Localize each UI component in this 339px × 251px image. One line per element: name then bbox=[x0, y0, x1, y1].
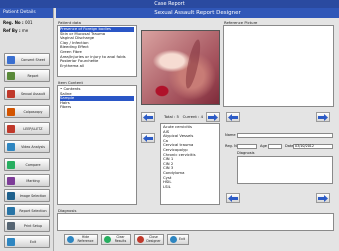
add-diagnosis-button[interactable] bbox=[316, 193, 330, 203]
button-label: Close Designer bbox=[146, 234, 161, 243]
button-label: Exit bbox=[179, 236, 186, 241]
clear-icon bbox=[104, 236, 111, 243]
bottom-diagnosis-box[interactable] bbox=[57, 213, 334, 231]
diagnosis-text-box[interactable] bbox=[237, 156, 333, 184]
sidebar-item-compare[interactable]: Compare bbox=[4, 158, 50, 171]
report-icon bbox=[7, 71, 15, 80]
leep-icon bbox=[7, 124, 15, 133]
sidebar-item-image-selection[interactable]: Image Selection bbox=[4, 189, 50, 202]
marking-icon bbox=[7, 176, 15, 185]
hide-reference-button[interactable]: Hide Reference bbox=[64, 234, 98, 245]
age-field[interactable] bbox=[268, 144, 282, 149]
sidebar-item-marking[interactable]: Marking bbox=[4, 174, 50, 187]
print-icon bbox=[7, 221, 15, 230]
close-designer-button[interactable]: Close Designer bbox=[134, 234, 164, 245]
sidebar-item-label: Marking bbox=[26, 178, 40, 183]
diagnosis-options-list[interactable]: Acute cervicitis AIS Atypical Vessels Ca Cer… bbox=[160, 123, 220, 205]
reg-no-row: Reg. No : 001 bbox=[0, 18, 53, 26]
age-label: Age bbox=[260, 144, 267, 148]
sidebar-item-label: Consent Sheet bbox=[20, 57, 46, 62]
sidebar-item-label: Colposcopy bbox=[23, 109, 43, 114]
close-icon bbox=[137, 236, 144, 243]
exit-icon bbox=[170, 236, 177, 243]
arrow-left-icon bbox=[228, 194, 238, 202]
sidebar-item-label: LEEP/LLETZ bbox=[23, 126, 43, 131]
video-icon bbox=[7, 142, 15, 151]
finding-list[interactable]: Presence of Foreign bodies Skin or Mucosa… bbox=[57, 25, 137, 77]
finding-list-body: Presence of Foreign bodies Skin or Mucosa… bbox=[58, 26, 136, 69]
arrow-left-icon bbox=[143, 113, 153, 121]
reg-no-field[interactable] bbox=[237, 144, 257, 149]
sidebar-item-label: Report bbox=[27, 73, 39, 78]
sidebar-item-label: Exit bbox=[29, 239, 37, 244]
remove-diagnosis-button[interactable] bbox=[226, 193, 240, 203]
case-report-window: Case Report Patient Details Reg. No : 00… bbox=[0, 0, 339, 251]
clinical-image[interactable] bbox=[141, 30, 220, 105]
diagnosis-option-item[interactable]: LSIL bbox=[163, 184, 217, 190]
exit-button[interactable]: Exit bbox=[167, 234, 189, 245]
date-field[interactable]: 03/10/2012 bbox=[293, 144, 333, 149]
sidebar: Patient Details Reg. No : 001 Ref By : m… bbox=[0, 8, 54, 251]
sidebar-item-exit[interactable]: Exit bbox=[4, 235, 50, 248]
sidebar-item-consent[interactable]: Consent Sheet bbox=[4, 53, 50, 66]
ref-by-row: Ref By : me bbox=[0, 26, 53, 34]
report-selection-icon bbox=[7, 206, 15, 215]
image-detail bbox=[182, 38, 204, 90]
arrow-right-icon bbox=[318, 194, 328, 202]
form-diagnosis-label: Diagnosis bbox=[237, 151, 255, 155]
clear-results-button[interactable]: Clear Results bbox=[101, 234, 131, 245]
item-content-body: • Contents Saline Sample Hairs Fibers bbox=[58, 86, 136, 111]
sidebar-item-report-selection[interactable]: Report Selection bbox=[4, 204, 50, 217]
diagnosis-options-body: Acute cervicitis AIS Atypical Vessels Ca Cer… bbox=[161, 124, 219, 190]
name-label: Name bbox=[225, 133, 236, 137]
sidebar-item-label: Video Analysis bbox=[21, 144, 45, 149]
add-finding-button[interactable] bbox=[141, 133, 155, 143]
button-label: Clear Results bbox=[114, 234, 127, 243]
ref-by-value: me bbox=[21, 28, 29, 33]
assault-icon bbox=[7, 89, 15, 98]
sidebar-item-label: Compare bbox=[25, 162, 41, 167]
compare-icon bbox=[7, 160, 15, 169]
designer-title: Sexual Assault Report Designer bbox=[56, 8, 339, 18]
consent-icon bbox=[7, 55, 15, 64]
item-content-item[interactable]: Fibers bbox=[60, 105, 134, 110]
sidebar-item-report[interactable]: Report bbox=[4, 69, 50, 82]
next-image-button[interactable] bbox=[206, 112, 220, 122]
arrow-left-icon bbox=[143, 134, 153, 142]
previous-image-button[interactable] bbox=[141, 112, 155, 122]
name-field[interactable] bbox=[237, 133, 333, 138]
reference-picture bbox=[223, 25, 334, 107]
button-label: Hide Reference bbox=[77, 234, 94, 243]
finding-list-item[interactable]: Erythema all bbox=[60, 63, 134, 69]
exit-icon bbox=[7, 237, 15, 246]
sidebar-item-label: Report Selection bbox=[19, 208, 47, 213]
reg-no-label: Reg. No : bbox=[3, 20, 24, 25]
current-label: Current : 4 bbox=[182, 114, 203, 119]
image-counter: Total : 5 Current : 4 bbox=[164, 114, 203, 119]
window-title: Case Report bbox=[0, 0, 339, 8]
total-label: Total : 5 bbox=[164, 114, 179, 119]
arrow-right-icon bbox=[318, 113, 328, 121]
sidebar-item-sexual-assault[interactable]: Sexual Assault bbox=[4, 87, 50, 100]
reg-no-value: 001 bbox=[24, 20, 33, 25]
sidebar-item-colposcopy[interactable]: Colposcopy bbox=[4, 105, 50, 118]
sidebar-item-label: Print Setup bbox=[23, 223, 43, 228]
sidebar-item-leep[interactable]: LEEP/LLETZ bbox=[4, 122, 50, 135]
image-selection-icon bbox=[7, 191, 15, 200]
item-content-list[interactable]: • Contents Saline Sample Hairs Fibers bbox=[57, 85, 137, 205]
reference-prev-button[interactable] bbox=[226, 112, 240, 122]
colposcopy-icon bbox=[7, 107, 15, 116]
sidebar-item-print-setup[interactable]: Print Setup bbox=[4, 219, 50, 232]
sidebar-item-label: Image Selection bbox=[19, 193, 47, 198]
sidebar-item-video-analysis[interactable]: Video Analysis bbox=[4, 140, 50, 153]
arrow-right-icon bbox=[208, 113, 218, 121]
patient-details-header: Patient Details bbox=[0, 8, 53, 18]
ref-by-label: Ref By : bbox=[3, 28, 21, 33]
reference-next-button[interactable] bbox=[316, 112, 330, 122]
sidebar-item-label: Sexual Assault bbox=[20, 91, 46, 96]
arrow-left-icon bbox=[228, 113, 238, 121]
hide-icon bbox=[67, 236, 74, 243]
